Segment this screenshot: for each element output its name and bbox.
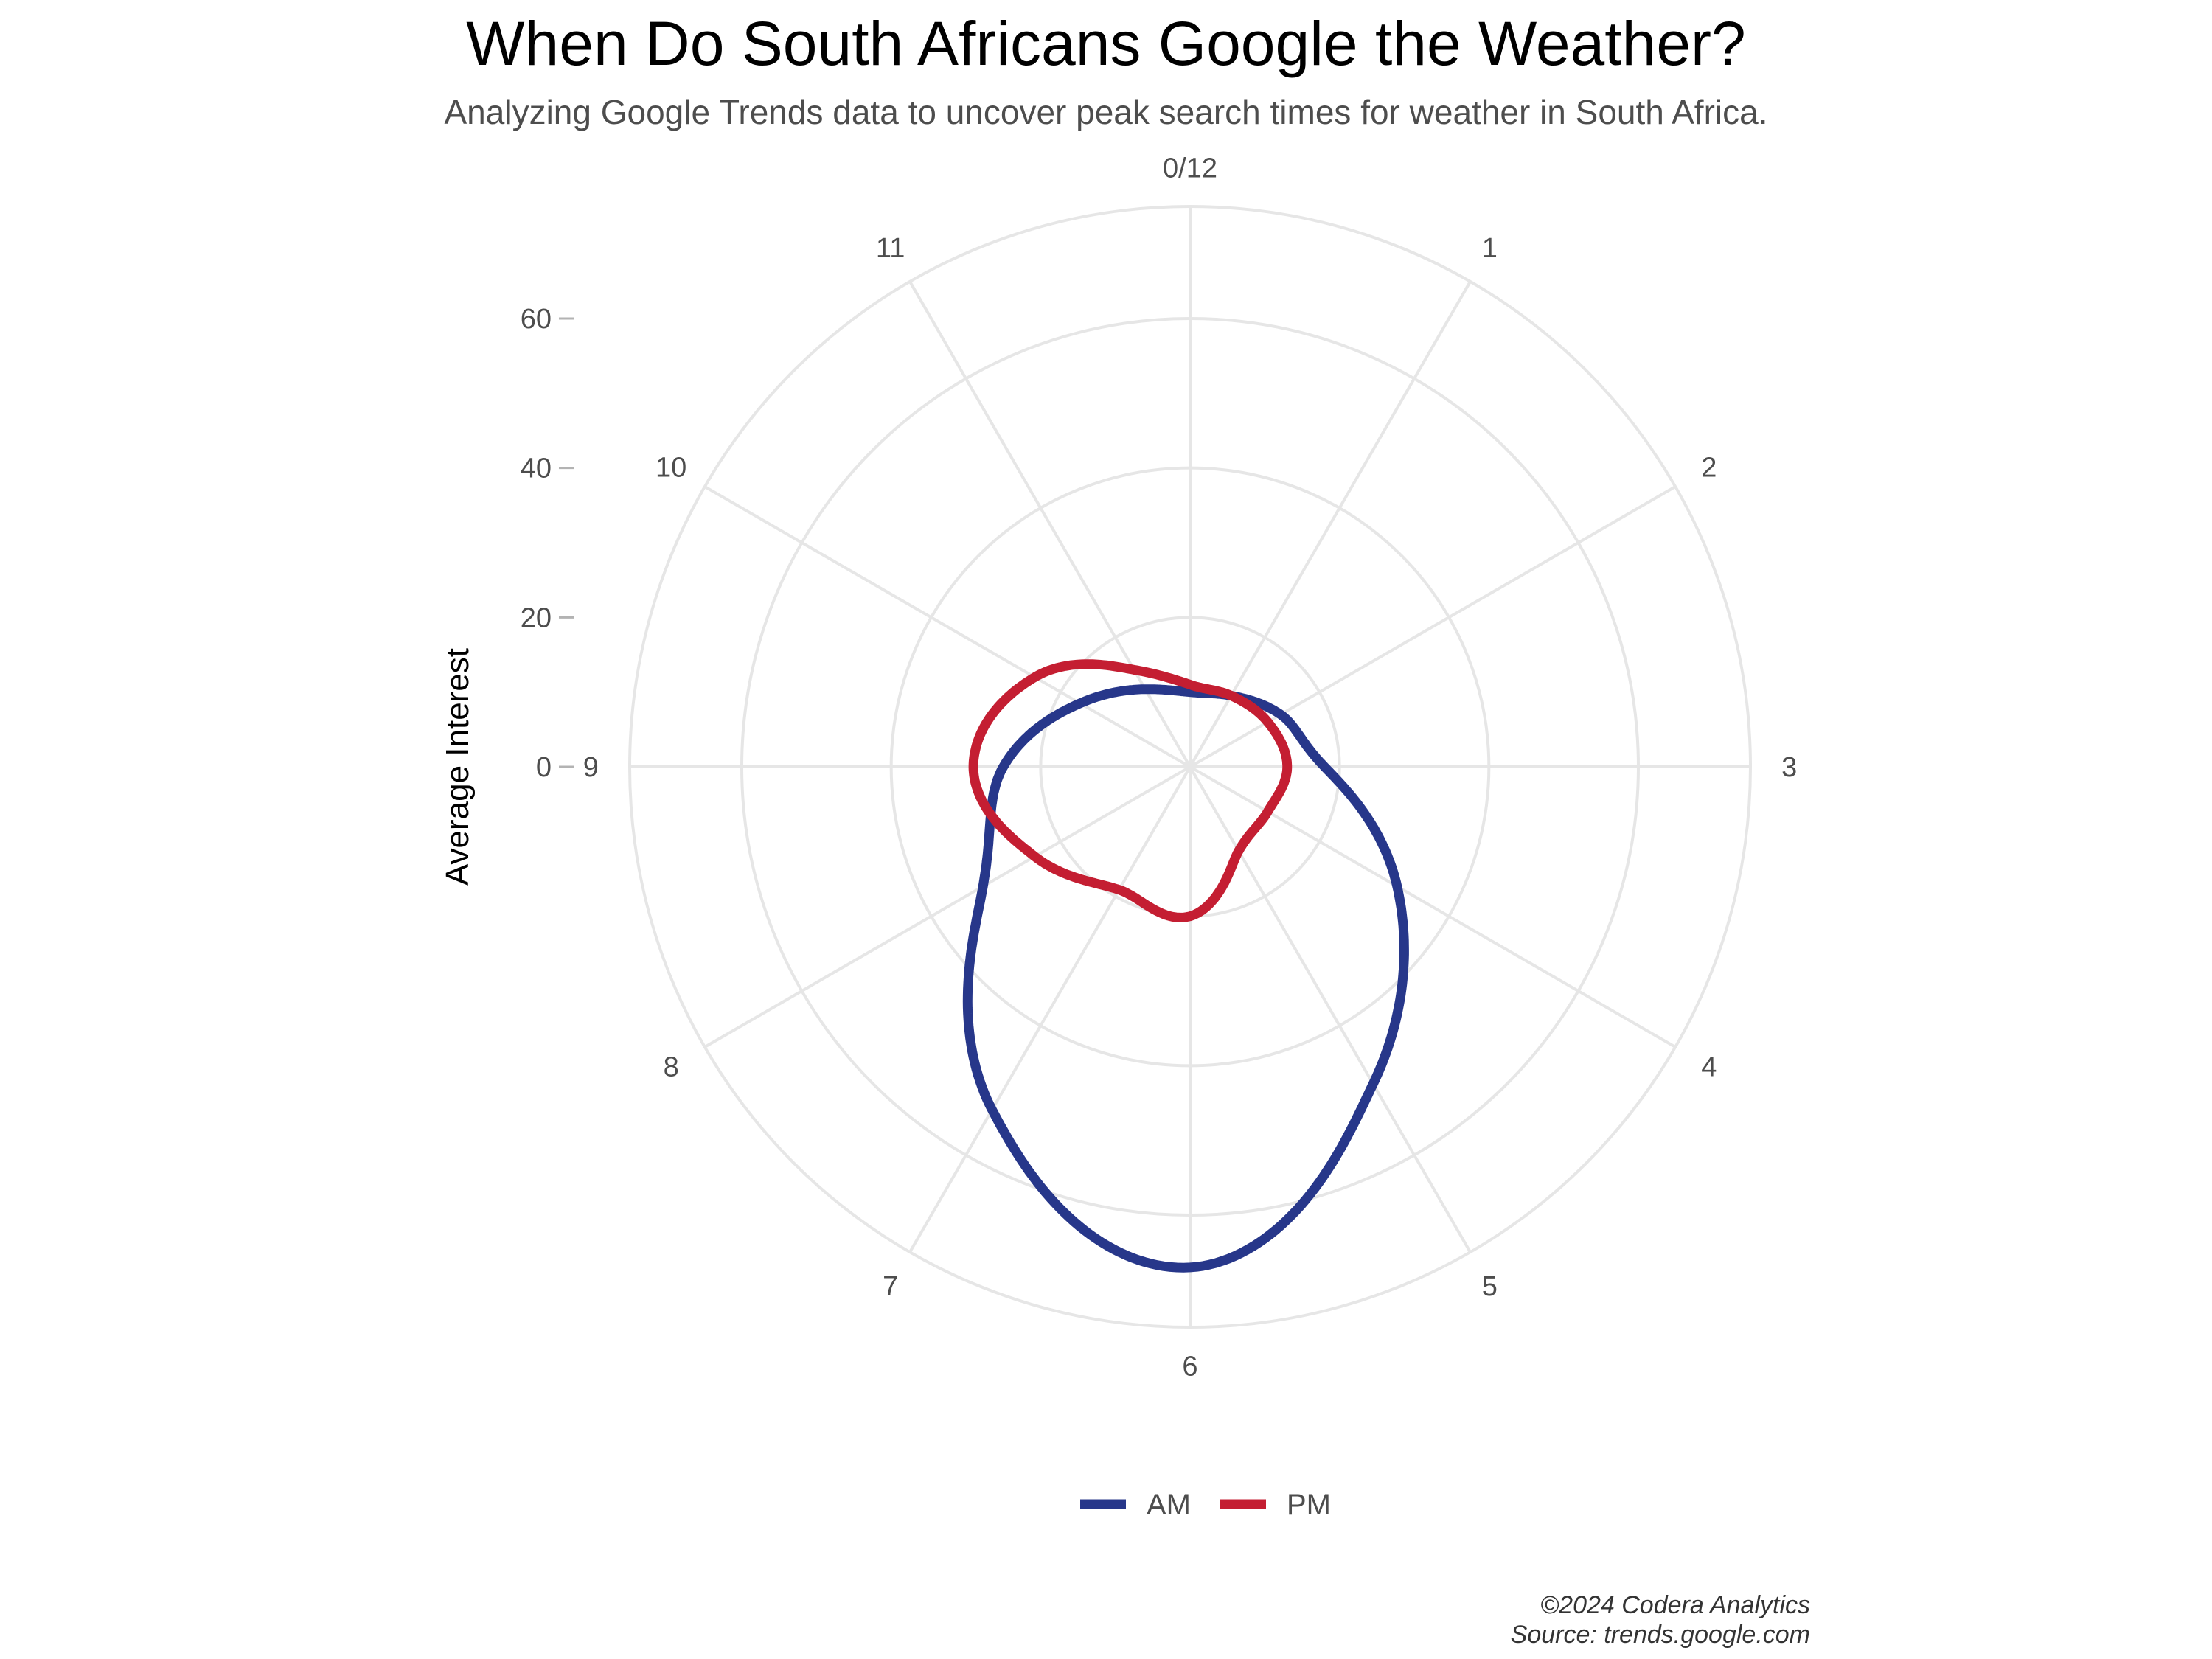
hour-label: 10 xyxy=(655,453,686,484)
hour-label: 6 xyxy=(1182,1352,1197,1382)
legend-label-pm: PM xyxy=(1287,1489,1331,1521)
r-tick-label: 0 xyxy=(536,752,552,783)
grid-spoke xyxy=(908,280,1192,768)
y-axis-title: Average Interest xyxy=(439,648,476,886)
hour-label: 8 xyxy=(664,1051,679,1082)
grid-spoke xyxy=(1189,485,1677,768)
grid-spoke xyxy=(703,485,1191,768)
grid-spoke xyxy=(1189,765,1677,1048)
hour-label: 4 xyxy=(1701,1051,1717,1082)
r-tick-label: 40 xyxy=(521,453,552,484)
hour-label: 11 xyxy=(876,233,905,264)
legend-label-am: AM xyxy=(1147,1489,1191,1521)
hour-label: 2 xyxy=(1701,453,1717,484)
hour-label: 7 xyxy=(883,1271,898,1302)
polar-grid xyxy=(628,205,1752,1329)
caption-copyright: ©2024 Codera Analytics xyxy=(1540,1591,1810,1619)
hour-label: 9 xyxy=(583,752,599,783)
hour-label: 3 xyxy=(1781,752,1797,783)
series-line-pm xyxy=(968,659,1293,922)
hour-label: 5 xyxy=(1482,1271,1498,1302)
hour-label: 0/12 xyxy=(1163,153,1217,184)
polar-chart: When Do South Africans Google the Weathe… xyxy=(439,9,1810,1649)
r-tick-label: 20 xyxy=(521,602,552,633)
legend: AM PM xyxy=(1080,1489,1331,1521)
caption-source: Source: trends.google.com xyxy=(1511,1621,1810,1649)
r-tick-label: 60 xyxy=(521,304,552,335)
chart-subtitle: Analyzing Google Trends data to uncover … xyxy=(445,93,1768,131)
grid-spoke xyxy=(1189,766,1472,1253)
radial-axis: 0 20 40 60 xyxy=(521,304,574,783)
grid-spoke xyxy=(908,766,1192,1253)
grid-spoke xyxy=(703,765,1191,1048)
chart-title: When Do South Africans Google the Weathe… xyxy=(466,9,1745,78)
hour-label: 1 xyxy=(1482,233,1498,264)
